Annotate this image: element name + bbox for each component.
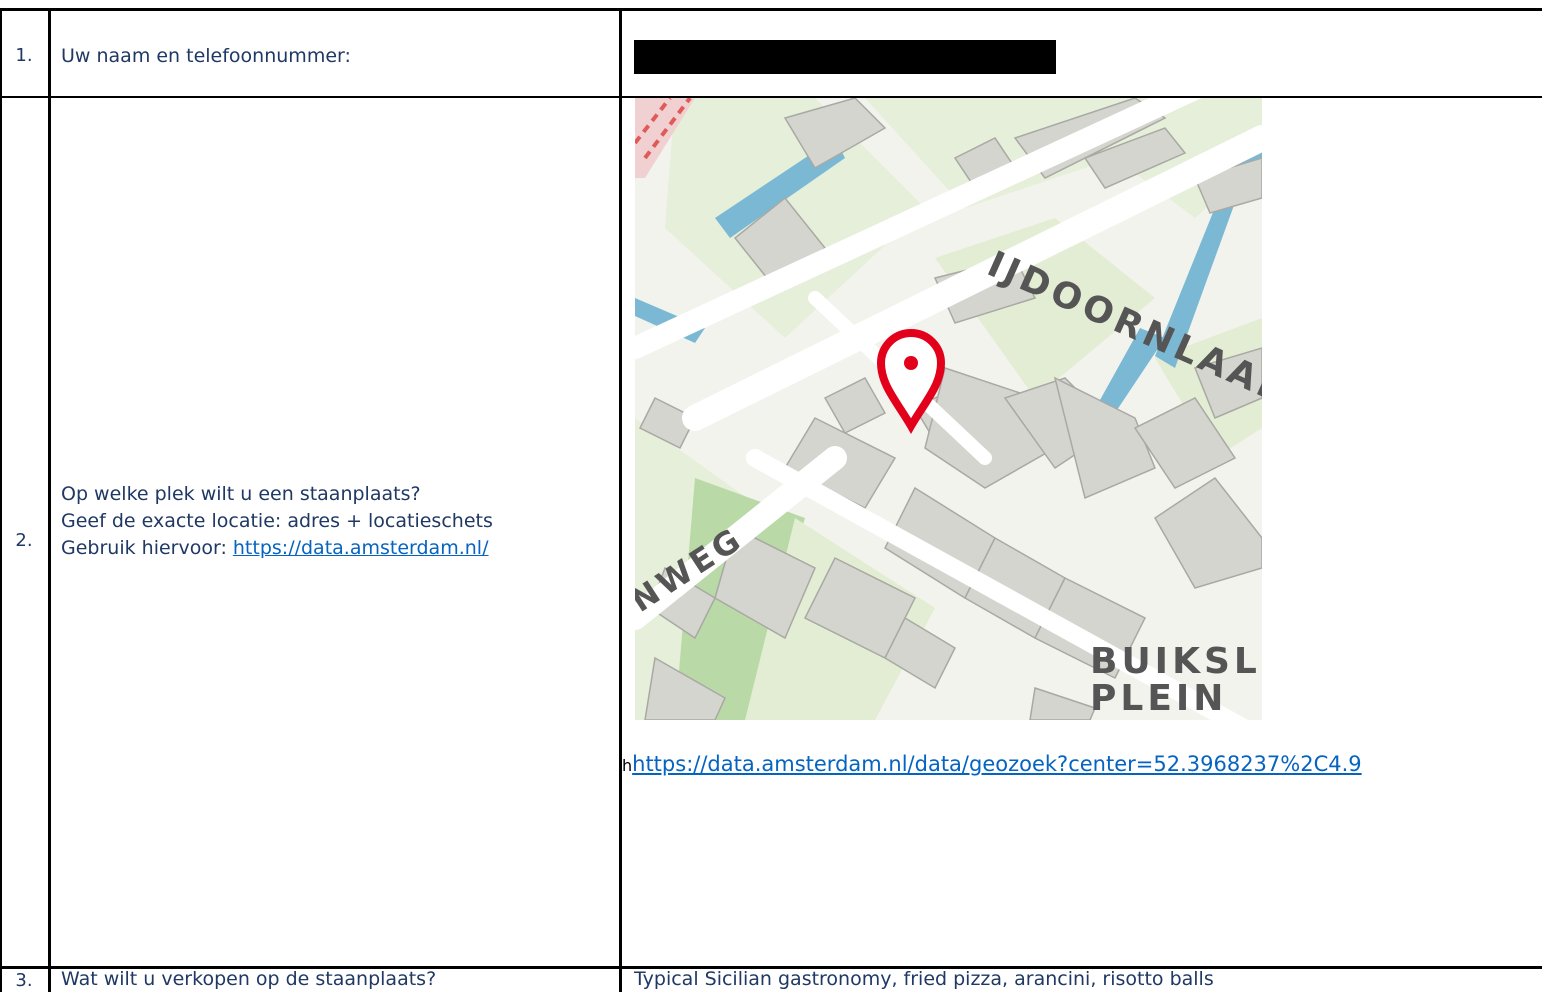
data-amsterdam-link[interactable]: https://data.amsterdam.nl/: [233, 537, 489, 559]
row-3-question: Wat wilt u verkopen op de staanplaats?: [61, 968, 437, 990]
map-url: hhttps://data.amsterdam.nl/data/geozoek?…: [622, 752, 1362, 776]
redacted-name-phone: [634, 40, 1056, 74]
row-2-hint-prefix: Gebruik hiervoor:: [61, 537, 233, 559]
map-label-place-2: PLEIN: [1090, 678, 1227, 719]
table-divider-number: [48, 8, 51, 992]
row-3-number: 3.: [15, 970, 33, 991]
map-label-place-1: BUIKSL: [1090, 641, 1261, 682]
row-2-question-line-1: Op welke plek wilt u een staanplaats?: [61, 483, 421, 505]
table-border-top: [0, 8, 1542, 11]
row-1-question: Uw naam en telefoonnummer:: [61, 45, 351, 67]
table-border-left: [0, 8, 2, 992]
form-table: 1. Uw naam en telefoonnummer: 2. Op welk…: [0, 0, 1542, 992]
map-url-prefix: h: [622, 756, 633, 775]
geozoek-link[interactable]: https://data.amsterdam.nl/data/geozoek?c…: [632, 752, 1362, 776]
row-2-question: Op welke plek wilt u een staanplaats? Ge…: [61, 481, 493, 562]
row-3-answer: Typical Sicilian gastronomy, fried pizza…: [634, 968, 1214, 990]
row-2-number: 2.: [15, 530, 33, 551]
row-2-question-line-2: Geef de exacte locatie: adres + locaties…: [61, 510, 493, 532]
location-map: IJDOORNLAAN NWEG BUIKSL PLEIN: [635, 98, 1262, 720]
row-1-number: 1.: [15, 45, 33, 66]
row-2-hint: Gebruik hiervoor: https://data.amsterdam…: [61, 535, 493, 562]
table-divider-answer: [619, 8, 622, 992]
